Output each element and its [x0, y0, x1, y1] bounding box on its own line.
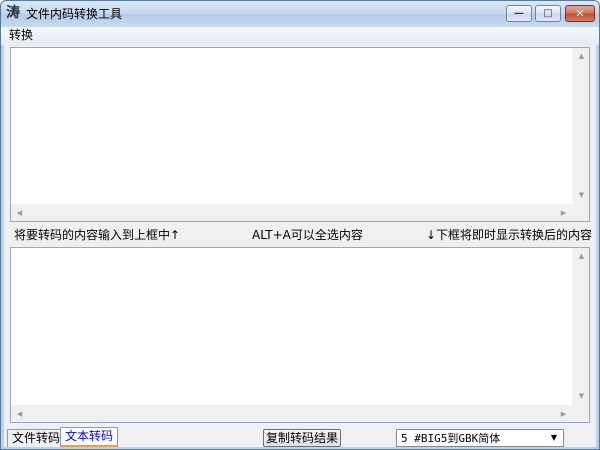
scroll-up-icon[interactable]: ▲ — [573, 252, 590, 261]
output-text-panel: ▲ ▼ ◀ ▶ — [10, 247, 590, 423]
conversion-mode-value: 5 #BIG5到GBK简体 — [401, 432, 501, 445]
scroll-left-icon[interactable]: ◀ — [11, 410, 28, 419]
scroll-down-icon[interactable]: ▼ — [573, 191, 590, 200]
scroll-down-icon[interactable]: ▼ — [573, 392, 590, 401]
close-icon: ✕ — [575, 7, 585, 20]
tab-file-convert[interactable]: 文件转码 — [7, 429, 66, 447]
scroll-up-icon[interactable]: ▲ — [573, 52, 590, 61]
input-vertical-scrollbar[interactable]: ▲ ▼ — [572, 48, 589, 204]
menu-item-convert[interactable]: 转换 — [9, 28, 33, 43]
output-textarea[interactable] — [11, 248, 572, 405]
tab-text-convert[interactable]: 文本转码 — [60, 427, 119, 447]
output-horizontal-scrollbar[interactable]: ◀ ▶ — [11, 405, 572, 422]
minimize-button[interactable]: — — [506, 5, 532, 22]
input-hint-label: 将要转码的内容输入到上框中↑ — [14, 228, 181, 242]
scroll-left-icon[interactable]: ◀ — [11, 209, 28, 218]
title-bar[interactable]: 涛 文件内码转换工具 — □ ✕ — [1, 1, 599, 27]
maximize-button[interactable]: □ — [535, 5, 561, 22]
copy-result-button[interactable]: 复制转码结果 — [263, 429, 342, 447]
app-icon: 涛 — [6, 5, 20, 21]
window-title: 文件内码转换工具 — [26, 7, 123, 21]
menu-bar: 转换 — [1, 27, 599, 45]
scroll-right-icon[interactable]: ▶ — [555, 410, 572, 419]
client-area: ▲ ▼ ◀ ▶ 将要转码的内容输入到上框中↑ ALT+A可以全选内容 ↓下框将即… — [4, 45, 596, 447]
scroll-corner — [572, 405, 589, 422]
app-window: 涛 文件内码转换工具 — □ ✕ 转换 ▲ ▼ ◀ ▶ 将要转码的内容输入到上框… — [0, 0, 600, 450]
close-button[interactable]: ✕ — [565, 5, 595, 22]
minimize-icon: — — [514, 8, 524, 19]
input-horizontal-scrollbar[interactable]: ◀ ▶ — [11, 204, 572, 221]
scroll-right-icon[interactable]: ▶ — [555, 209, 572, 218]
chevron-down-icon[interactable]: ▼ — [547, 430, 561, 446]
input-textarea[interactable] — [11, 48, 572, 204]
select-all-hint-label: ALT+A可以全选内容 — [252, 228, 363, 242]
maximize-icon: □ — [543, 8, 553, 19]
conversion-mode-select[interactable]: 5 #BIG5到GBK简体 ▼ — [396, 429, 564, 447]
input-text-panel: ▲ ▼ ◀ ▶ — [10, 47, 590, 222]
output-vertical-scrollbar[interactable]: ▲ ▼ — [572, 248, 589, 405]
scroll-corner — [572, 204, 589, 221]
output-hint-label: ↓下框将即时显示转换后的内容 — [426, 228, 593, 242]
